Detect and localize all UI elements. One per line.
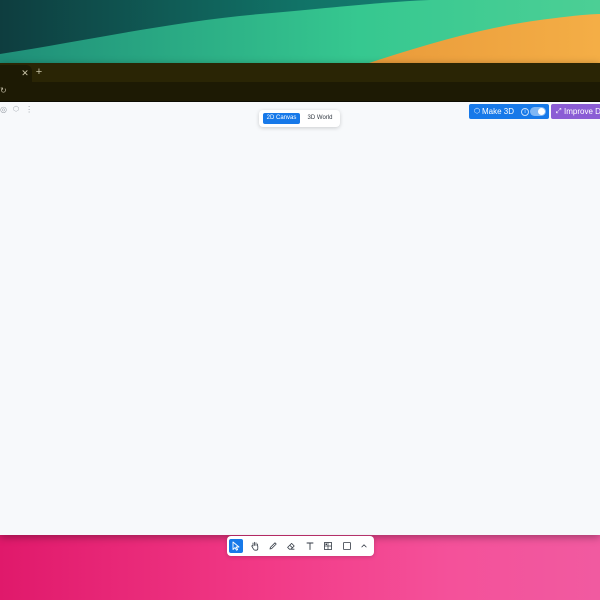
reload-icon[interactable]: ↻ xyxy=(0,87,7,95)
tab-strip: ✕ + xyxy=(0,63,600,82)
make-3d-toggle[interactable] xyxy=(530,107,546,116)
pencil-icon xyxy=(269,542,277,550)
improve-label: Improve D xyxy=(564,107,600,116)
drawing-toolbar xyxy=(227,536,374,556)
hand-tool[interactable] xyxy=(248,539,262,553)
tab-2d-canvas[interactable]: 2D Canvas xyxy=(263,113,300,124)
info-icon[interactable]: i xyxy=(521,108,529,116)
browser-window: ✕ + ↻ ◎ ⬡ ⋮ 2D Canvas 3D World ⬡ Make 3D… xyxy=(0,63,600,556)
rectangle-icon xyxy=(343,542,351,550)
wand-icon: ⤢ xyxy=(556,108,562,115)
more-menu-icon[interactable]: ⋮ xyxy=(25,105,33,115)
extension-icons: ◎ ⬡ ⋮ xyxy=(0,105,33,115)
text-tool[interactable] xyxy=(303,539,317,553)
active-tab[interactable]: ✕ xyxy=(0,65,32,82)
chevron-up-icon xyxy=(361,544,367,548)
puzzle-icon[interactable]: ⬡ xyxy=(13,105,19,115)
tab-3d-world[interactable]: 3D World xyxy=(303,113,337,124)
extension-icon[interactable]: ◎ xyxy=(0,105,7,115)
hand-icon xyxy=(251,541,259,551)
address-bar: ↻ xyxy=(0,82,600,102)
toggle-knob xyxy=(538,108,545,115)
mode-switcher: 2D Canvas 3D World xyxy=(259,110,340,127)
make-3d-button[interactable]: ⬡ Make 3D i xyxy=(469,104,549,119)
pencil-tool[interactable] xyxy=(266,539,280,553)
canvas-page: ◎ ⬡ ⋮ 2D Canvas 3D World ⬡ Make 3D i ⤢ I… xyxy=(0,102,600,535)
cursor-tool[interactable] xyxy=(229,539,243,553)
eraser-tool[interactable] xyxy=(284,539,298,553)
rectangle-tool[interactable] xyxy=(340,539,354,553)
cursor-icon xyxy=(232,541,240,551)
more-tools-button[interactable] xyxy=(357,539,371,553)
eraser-icon xyxy=(287,543,295,550)
desktop: ✕ + ↻ ◎ ⬡ ⋮ 2D Canvas 3D World ⬡ Make 3D… xyxy=(0,0,600,600)
new-tab-button[interactable]: + xyxy=(34,66,44,78)
wallpaper-top xyxy=(0,0,600,66)
improve-button[interactable]: ⤢ Improve D xyxy=(551,104,600,119)
image-tool[interactable] xyxy=(321,539,335,553)
image-icon xyxy=(324,542,332,550)
make-3d-label: Make 3D xyxy=(482,107,515,116)
close-icon[interactable]: ✕ xyxy=(20,68,30,78)
text-icon xyxy=(306,542,314,550)
cube-icon: ⬡ xyxy=(474,108,481,115)
